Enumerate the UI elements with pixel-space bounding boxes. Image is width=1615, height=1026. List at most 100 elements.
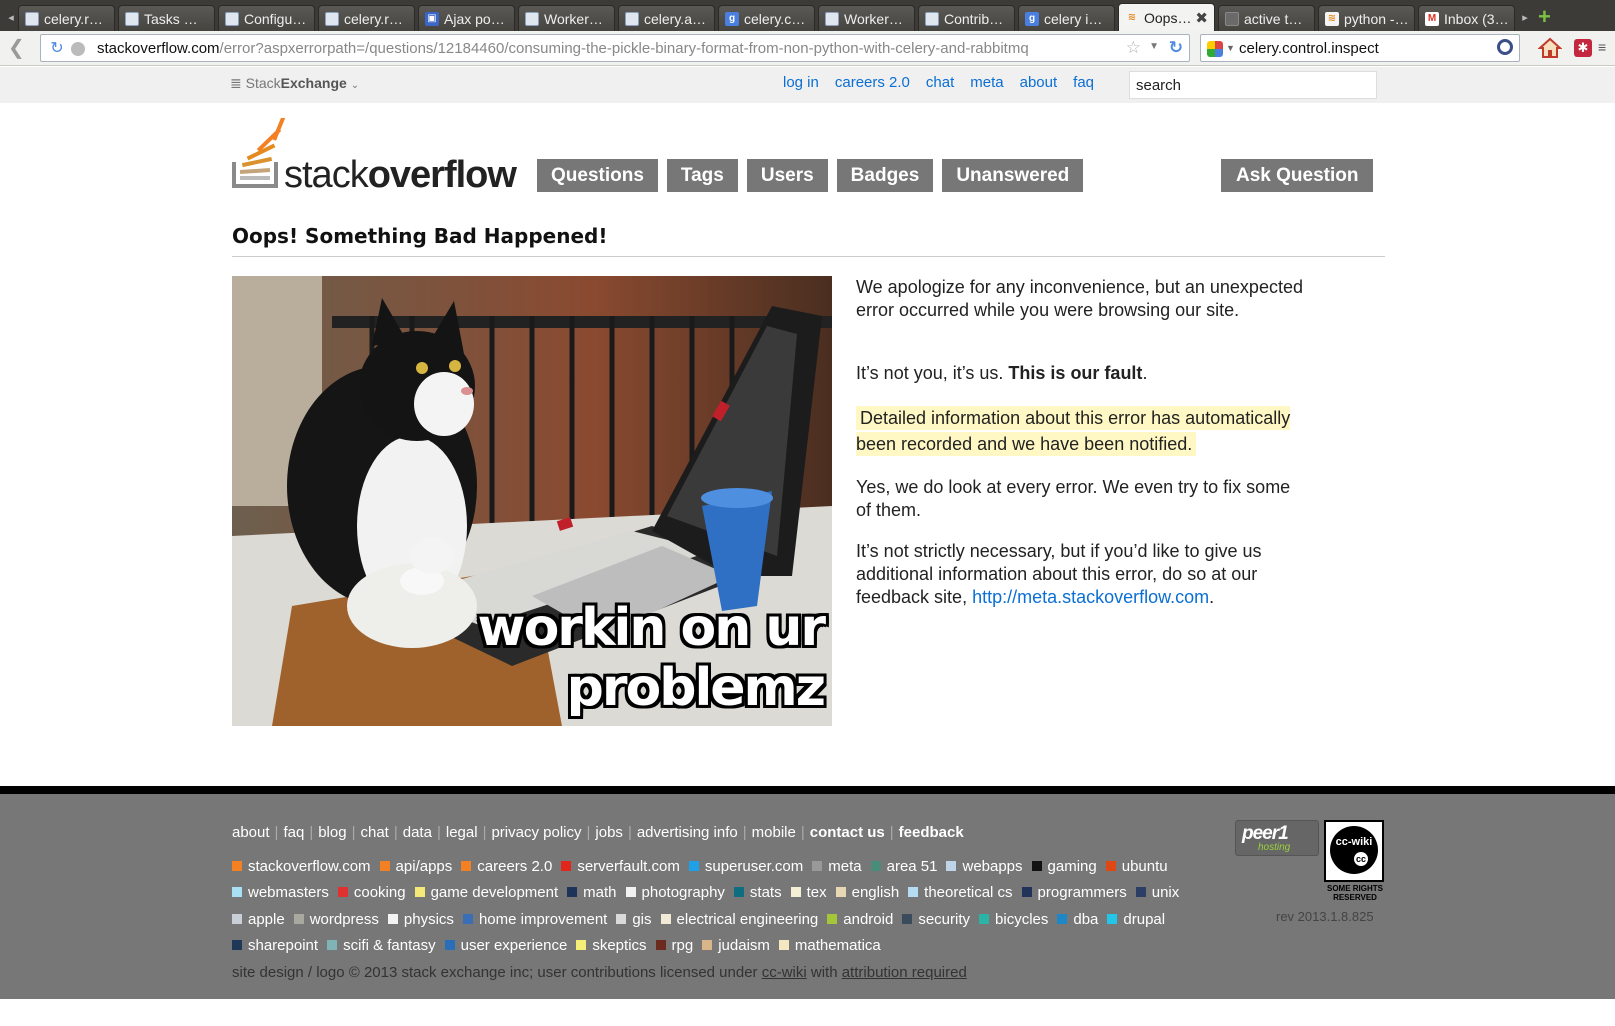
network-site-link[interactable]: game development [414,880,558,906]
topbar-link-faq[interactable]: faq [1073,74,1094,91]
topbar-link-careers-2-0[interactable]: careers 2.0 [835,74,910,91]
network-site-link[interactable]: serverfault.com [561,854,680,880]
network-site-link[interactable]: rpg [655,933,693,959]
network-site-link[interactable]: security [902,907,970,933]
search-engine-dropdown-icon[interactable]: ▼ [1226,43,1235,53]
peer1-hosting-logo[interactable]: peer1 hosting [1235,820,1319,856]
browser-search-input[interactable]: celery.control.inspect [1239,40,1379,57]
browser-tab[interactable]: M Inbox (3… [1418,5,1515,31]
network-site-link[interactable]: scifi & fantasy [327,933,436,959]
site-search-input[interactable] [1129,71,1377,99]
network-site-link[interactable]: wordpress [293,907,379,933]
network-site-link[interactable]: photography [625,880,725,906]
network-site-link[interactable]: webapps [946,854,1023,880]
footer-link-legal[interactable]: legal [446,824,478,841]
network-site-link[interactable]: gis [616,907,652,933]
network-site-link[interactable]: home improvement [462,907,607,933]
cc-wiki-badge[interactable]: cc-wiki cc [1324,820,1384,882]
footer-link-data[interactable]: data [403,824,432,841]
network-site-link[interactable]: electrical engineering [660,907,818,933]
footer-link-about[interactable]: about [232,824,270,841]
search-engine-icon[interactable] [1207,41,1223,57]
browser-tab[interactable]: celery.a… [618,5,715,31]
footer-link-chat[interactable]: chat [360,824,388,841]
browser-tab[interactable]: Configu… [218,5,315,31]
go-reload-icon[interactable]: ↻ [1169,38,1183,58]
network-site-link[interactable]: careers 2.0 [461,854,552,880]
network-site-link[interactable]: judaism [702,933,770,959]
network-site-link[interactable]: english [835,880,899,906]
stackexchange-menu[interactable]: ≣ StackExchange ⌄ [230,75,359,92]
network-site-link[interactable]: programmers [1021,880,1127,906]
nav-badges-button[interactable]: Badges [836,159,934,192]
browser-tab[interactable]: ≋ Oops… ✖ [1118,3,1215,31]
tab-scroll-left-icon[interactable]: ◂ [4,5,18,31]
network-site-link[interactable]: ubuntu [1105,854,1168,880]
network-site-link[interactable]: android [827,907,893,933]
network-site-link[interactable]: skeptics [576,933,647,959]
reload-icon[interactable]: ↻ [47,39,67,59]
topbar-link-meta[interactable]: meta [970,74,1003,91]
browser-tab[interactable]: ≋ python -… [1318,5,1415,31]
network-site-link[interactable]: webmasters [232,880,329,906]
browser-tab[interactable]: Tasks … [118,5,215,31]
browser-tab[interactable]: Worker… [818,5,915,31]
network-site-link[interactable]: unix [1135,880,1179,906]
meta-feedback-link[interactable]: http://meta.stackoverflow.com [972,587,1209,607]
network-site-link[interactable]: physics [387,907,454,933]
nav-unanswered-button[interactable]: Unanswered [942,159,1084,192]
browser-tab[interactable]: ▣ Ajax po… [418,5,515,31]
browser-tab[interactable]: celery.r… [318,5,415,31]
network-site-link[interactable]: stackoverflow.com [232,854,371,880]
back-arrow-icon[interactable]: ❮ [8,37,28,59]
network-site-link[interactable]: sharepoint [232,933,318,959]
bookmark-star-icon[interactable]: ☆ [1126,38,1141,58]
browser-tab[interactable]: active t… [1218,5,1315,31]
attribution-link[interactable]: attribution required [842,964,967,981]
network-site-link[interactable]: meta [812,854,862,880]
network-site-link[interactable]: cooking [337,880,406,906]
topbar-link-chat[interactable]: chat [926,74,954,91]
new-tab-icon[interactable]: + [1538,5,1551,31]
tab-scroll-right-icon[interactable]: ▸ [1518,5,1532,31]
footer-link-blog[interactable]: blog [318,824,346,841]
footer-link-privacy-policy[interactable]: privacy policy [491,824,581,841]
url-dropdown-icon[interactable]: ▼ [1149,41,1159,52]
topbar-link-log-in[interactable]: log in [783,74,819,91]
nav-users-button[interactable]: Users [746,159,828,192]
site-info-icon[interactable] [71,42,85,56]
network-site-link[interactable]: tex [790,880,827,906]
network-site-link[interactable]: stats [733,880,782,906]
search-icon[interactable] [1497,39,1513,55]
address-bar[interactable]: ↻ stackoverflow.com/error?aspxerrorpath=… [40,34,1190,62]
footer-link-jobs[interactable]: jobs [595,824,623,841]
network-site-link[interactable]: apple [232,907,285,933]
network-site-link[interactable]: bicycles [979,907,1048,933]
footer-link-faq[interactable]: faq [283,824,304,841]
network-site-link[interactable]: mathematica [778,933,881,959]
network-site-link[interactable]: user experience [444,933,567,959]
network-site-link[interactable]: drupal [1107,907,1165,933]
footer-link-advertising-info[interactable]: advertising info [637,824,738,841]
browser-search-box[interactable]: ▼ celery.control.inspect [1200,34,1520,62]
network-site-link[interactable]: api/apps [379,854,452,880]
network-site-link[interactable]: math [567,880,617,906]
network-site-link[interactable]: superuser.com [688,854,803,880]
browser-tab[interactable]: g celery.c… [718,5,815,31]
network-site-link[interactable]: gaming [1031,854,1097,880]
browser-tab[interactable]: g celery i… [1018,5,1115,31]
footer-link-contact-us[interactable]: contact us [810,824,885,841]
extension-icon[interactable]: ✱ [1574,39,1592,57]
home-icon[interactable] [1538,36,1562,60]
footer-link-mobile[interactable]: mobile [752,824,796,841]
close-icon[interactable]: ✖ [1195,9,1208,27]
cc-wiki-link[interactable]: cc-wiki [762,964,807,981]
nav-questions-button[interactable]: Questions [537,159,658,192]
stackoverflow-logo[interactable]: stackoverflow [232,118,522,198]
network-site-link[interactable]: dba [1057,907,1098,933]
network-site-link[interactable]: area 51 [870,854,937,880]
ask-question-button[interactable]: Ask Question [1221,159,1374,192]
nav-tags-button[interactable]: Tags [666,159,738,192]
footer-link-feedback[interactable]: feedback [899,824,964,841]
url-text[interactable]: stackoverflow.com/error?aspxerrorpath=/q… [97,40,1029,57]
